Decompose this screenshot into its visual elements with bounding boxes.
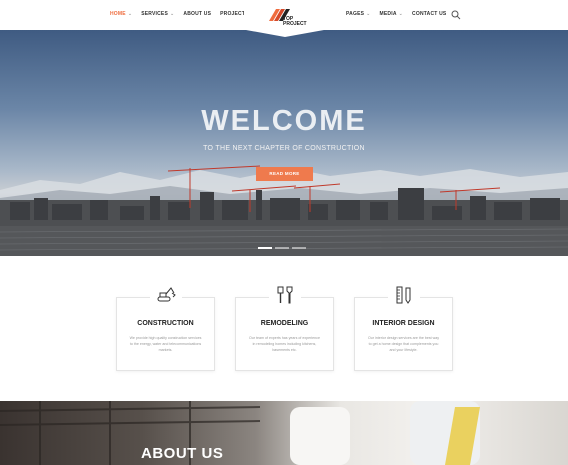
- card-title: INTERIOR DESIGN: [372, 320, 435, 327]
- chevron-down-icon: ⌄: [398, 11, 404, 17]
- hero-title: WELCOME: [201, 105, 367, 137]
- card-text: Our team of experts has years of experie…: [249, 336, 320, 352]
- search-icon[interactable]: [451, 10, 461, 20]
- hero-subtitle: TO THE NEXT CHAPTER OF CONSTRUCTION: [203, 145, 365, 152]
- paint-tools-icon: [277, 286, 292, 304]
- card-title: CONSTRUCTION: [137, 320, 194, 327]
- about-section: ABOUT US: [0, 401, 568, 465]
- ruler-pencil-icon: [396, 286, 410, 304]
- nav-item-services[interactable]: SERVICES ⌄: [141, 11, 174, 17]
- nav-item-label: CONTACT US: [412, 11, 447, 17]
- hero-slider: WELCOME TO THE NEXT CHAPTER OF CONSTRUCT…: [0, 30, 568, 256]
- nav-item-media[interactable]: MEDIA ⌄: [380, 11, 404, 17]
- services-section: CONSTRUCTION We provide high quality con…: [0, 256, 568, 401]
- about-background-image: [0, 401, 480, 465]
- nav-item-label: SERVICES: [141, 11, 168, 17]
- nav-item-home[interactable]: HOME ⌄: [110, 11, 132, 17]
- logo-text: TOP PROJECT: [283, 17, 307, 27]
- nav-item-label: MEDIA: [379, 11, 397, 17]
- primary-nav-left: HOME ⌄ SERVICES ⌄ ABOUT US PROJECTS ⌄: [110, 11, 255, 17]
- nav-item-label: HOME: [110, 11, 126, 17]
- service-card-remodeling[interactable]: REMODELING Our team of experts has years…: [235, 285, 334, 371]
- service-card-interior-design[interactable]: INTERIOR DESIGN Our interior design serv…: [354, 285, 453, 371]
- chevron-down-icon: ⌄: [170, 11, 175, 17]
- chevron-down-icon: ⌄: [127, 11, 133, 17]
- nav-item-contact-us[interactable]: CONTACT US: [412, 11, 446, 17]
- nav-item-pages[interactable]: PAGES ⌄: [346, 11, 371, 17]
- slider-dot[interactable]: [258, 247, 272, 249]
- slider-dot[interactable]: [275, 247, 289, 249]
- chevron-down-icon: ⌄: [366, 11, 371, 17]
- about-title: ABOUT US: [141, 445, 224, 462]
- read-more-button[interactable]: READ MORE: [256, 167, 313, 181]
- service-card-construction[interactable]: CONSTRUCTION We provide high quality con…: [116, 285, 215, 371]
- card-title: REMODELING: [260, 320, 309, 327]
- nav-item-label: ABOUT US: [183, 11, 212, 17]
- slider-dot[interactable]: [292, 247, 306, 249]
- nav-item-label: PAGES: [346, 11, 365, 17]
- card-text: Our interior design services are the bes…: [367, 336, 440, 352]
- primary-nav-right: PAGES ⌄ MEDIA ⌄ CONTACT US: [346, 11, 446, 17]
- city-skyline-image: [0, 165, 568, 256]
- nav-item-about-us[interactable]: ABOUT US: [183, 11, 211, 17]
- excavator-icon: [157, 287, 176, 302]
- logo-text-line: PROJECT: [283, 21, 307, 27]
- card-icon-wrap: [236, 285, 333, 310]
- slider-pagination: [258, 247, 306, 249]
- card-icon-wrap: [355, 285, 452, 310]
- card-icon-wrap: [117, 285, 214, 310]
- card-text: We provide high quality construction ser…: [129, 336, 202, 352]
